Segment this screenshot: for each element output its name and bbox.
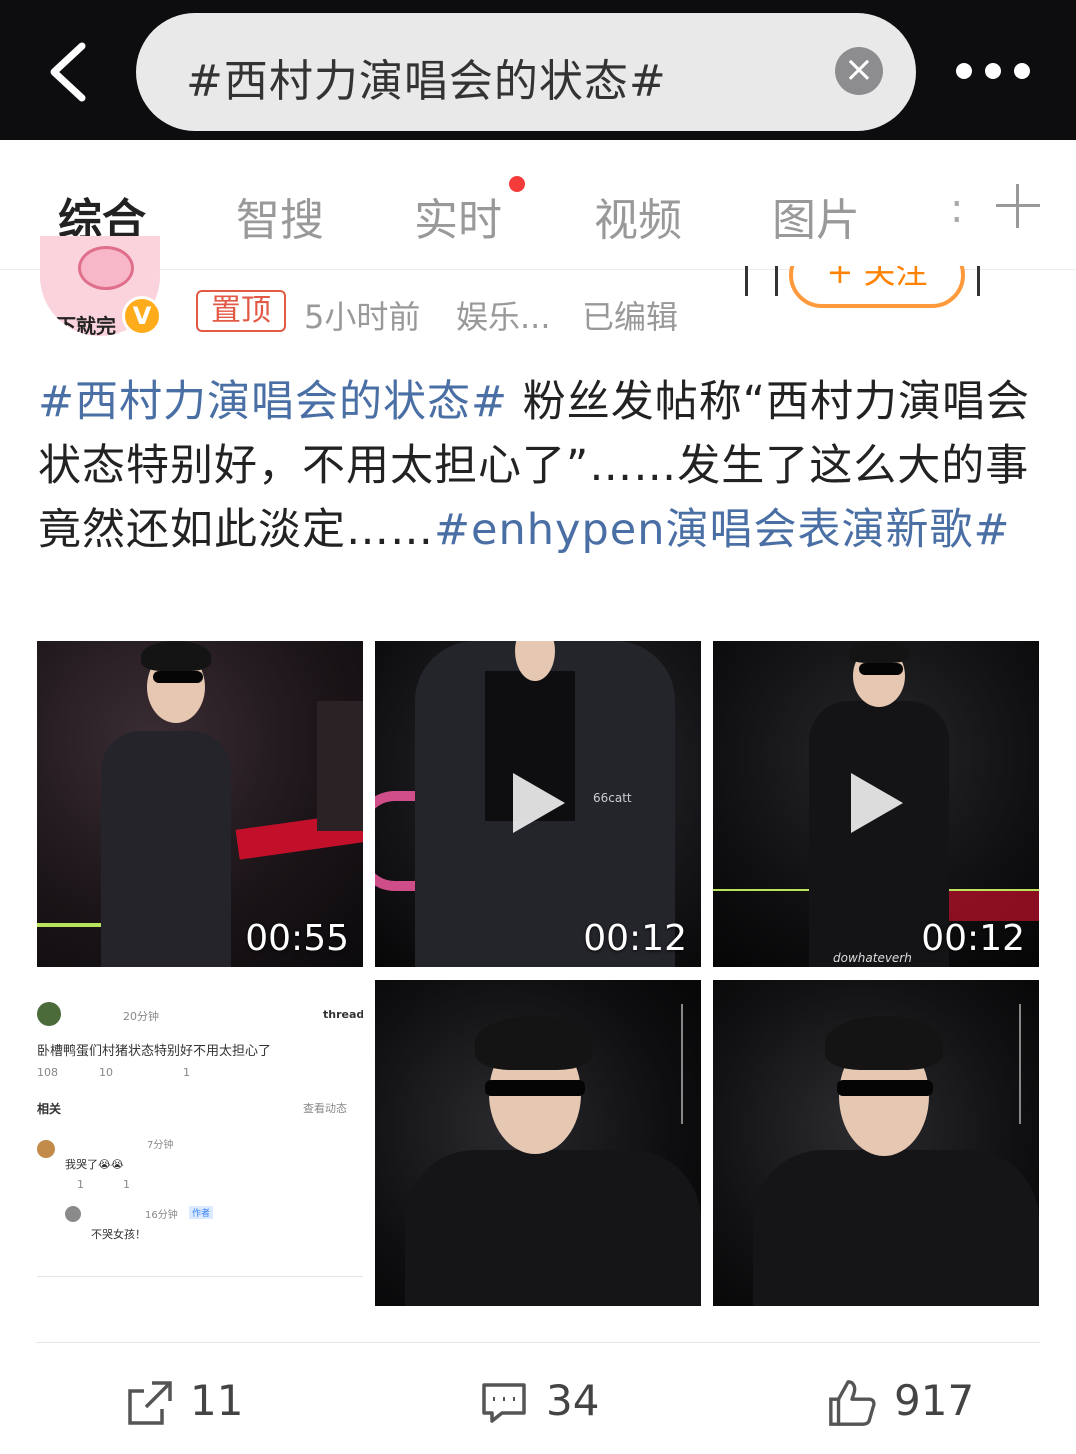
- ss-view-more: 查看动态: [303, 1102, 347, 1115]
- tab-smart-search[interactable]: 智搜: [236, 184, 324, 248]
- video-thumbnail[interactable]: 00:12 dowhateverh: [713, 641, 1039, 967]
- follow-button-decoration[interactable]: + 关注: [715, 266, 995, 314]
- avatar-cartoon: [78, 246, 134, 290]
- play-icon[interactable]: [513, 773, 565, 833]
- share-icon[interactable]: [126, 1378, 174, 1428]
- comment-icon[interactable]: [480, 1378, 528, 1428]
- video-watermark: dowhateverh: [833, 951, 912, 965]
- post-body: #西村力演唱会的状态# 粉丝发帖称“西村力演唱会状态特别好，不用太担心了”……发…: [38, 370, 1038, 562]
- ss-brand: threads: [323, 1008, 363, 1021]
- ss-reply-text: 我哭了😭😭: [65, 1158, 124, 1171]
- like-icon[interactable]: [826, 1378, 878, 1428]
- search-bar[interactable]: #西村力演唱会的状态# ×: [136, 13, 916, 131]
- ss-time: 20分钟: [123, 1010, 159, 1023]
- share-count[interactable]: 11: [190, 1376, 243, 1425]
- ss-sub-time: 16分钟: [145, 1210, 178, 1221]
- ss-reply-time: 7分钟: [147, 1140, 174, 1151]
- add-tab-icon[interactable]: [996, 184, 1040, 228]
- ss-stat-likes: 108: [37, 1066, 58, 1079]
- edited-label[interactable]: 已编辑: [582, 292, 678, 338]
- ss-stat-comments: 10: [99, 1066, 113, 1079]
- back-arrow-icon[interactable]: [44, 40, 94, 104]
- photo-thumbnail[interactable]: [713, 980, 1039, 1306]
- video-duration: 00:12: [921, 918, 1025, 959]
- follow-button[interactable]: + 关注: [789, 266, 965, 308]
- avatar-label: 下就完: [56, 314, 116, 336]
- search-query[interactable]: #西村力演唱会的状态#: [186, 45, 667, 109]
- tab-images[interactable]: 图片: [772, 184, 860, 248]
- video-thumbnail[interactable]: 66catt 00:12: [375, 641, 701, 967]
- video-duration: 00:12: [583, 918, 687, 959]
- new-content-dot: [509, 176, 525, 192]
- ss-related: 相关: [37, 1102, 62, 1116]
- clear-icon[interactable]: ×: [835, 47, 883, 95]
- actions-divider: [36, 1342, 1040, 1343]
- comment-count[interactable]: 34: [546, 1376, 599, 1425]
- ss-author-tag: 作者: [189, 1206, 214, 1219]
- post-source[interactable]: 娱乐...: [456, 292, 551, 338]
- tab-video[interactable]: 视频: [594, 184, 682, 248]
- photo-thumbnail[interactable]: [375, 980, 701, 1306]
- hashtag-link[interactable]: #西村力演唱会的状态#: [38, 377, 508, 427]
- hashtag-link[interactable]: #enhypen演唱会表演新歌#: [434, 505, 1010, 555]
- more-options-icon[interactable]: [956, 62, 1030, 80]
- video-thumbnail[interactable]: 00:55: [37, 641, 363, 967]
- play-icon[interactable]: [851, 773, 903, 833]
- ss-sub-text: 不哭女孩！: [91, 1228, 146, 1241]
- tab-bar: 综合 智搜 实时 视频 图片: [0, 140, 1076, 270]
- pinned-badge: 置顶: [196, 290, 286, 332]
- video-duration: 00:55: [245, 918, 349, 959]
- top-bar: #西村力演唱会的状态# ×: [0, 0, 1076, 140]
- jacket-logo-text: 66catt: [593, 791, 632, 805]
- ss-reply-likes: 1: [77, 1178, 84, 1191]
- post-time: 5小时前: [304, 298, 421, 336]
- ss-stat-shares: 1: [183, 1066, 190, 1079]
- verified-badge-icon: V: [122, 296, 162, 336]
- like-count[interactable]: 917: [894, 1376, 974, 1425]
- tab-overflow[interactable]: :: [950, 186, 963, 232]
- ss-reply-comments: 1: [123, 1178, 130, 1191]
- ss-text: 卧槽鸭蛋们村猪状态特别好不用太担心了: [37, 1044, 272, 1059]
- tab-realtime[interactable]: 实时: [414, 184, 502, 248]
- screenshot-image[interactable]: 20分钟 threads 卧槽鸭蛋们村猪状态特别好不用太担心了 108 10 1…: [37, 980, 363, 1306]
